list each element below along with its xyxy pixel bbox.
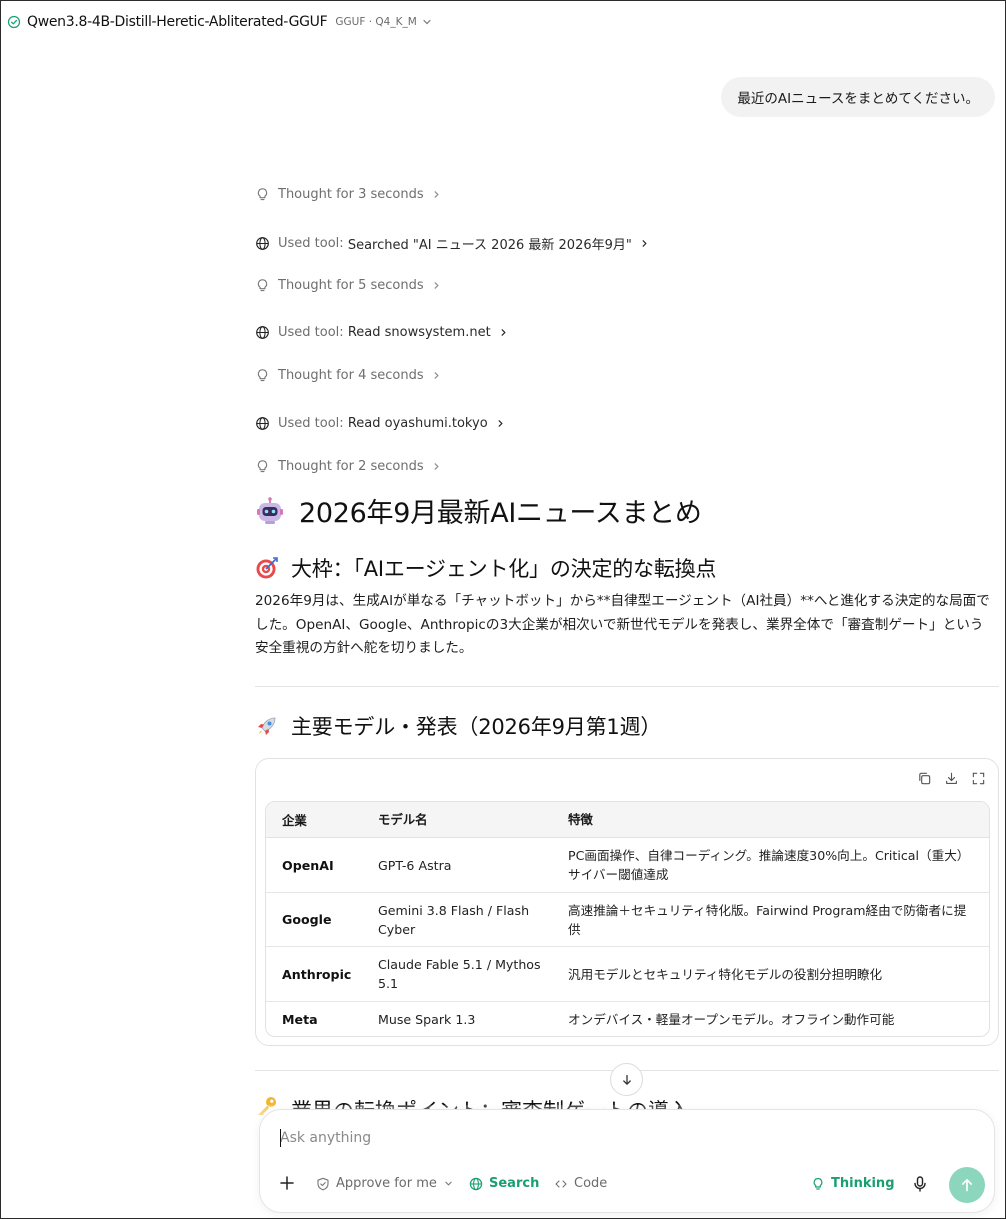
globe-icon — [256, 326, 269, 339]
chevron-down-icon — [445, 1181, 452, 1186]
approve-mode-dropdown[interactable]: Approve for me — [316, 1176, 453, 1191]
table-row: Anthropic Claude Fable 5.1 / Mythos 5.1 … — [266, 947, 989, 1002]
plus-icon — [280, 1176, 294, 1190]
rocket-icon — [258, 717, 276, 735]
table-cell: OpenAI — [282, 857, 334, 873]
thought-label: Thought for 2 seconds — [278, 459, 424, 474]
table-card: 企業 モデル名 特徴 OpenAI GPT-6 Astra PC画面操作、自律コ… — [255, 758, 999, 1046]
lightbulb-icon — [257, 279, 268, 292]
thought-step[interactable]: Thought for 3 seconds — [255, 187, 441, 202]
table-header-cell: 特徴 — [568, 812, 593, 827]
tool-step[interactable]: Used tool: Searched "AI ニュース 2026 最新 202… — [255, 234, 649, 253]
table-cell: PC画面操作、自律コーディング。推論速度30%向上。Critical（重大）サイ… — [568, 848, 964, 882]
approve-label: Approve for me — [336, 1176, 437, 1191]
table-cell: Gemini 3.8 Flash / Flash Cyber — [378, 902, 530, 937]
thought-label: Thought for 3 seconds — [278, 187, 424, 202]
arrow-up-icon — [961, 1178, 973, 1192]
lightbulb-icon — [257, 369, 268, 382]
table-row: Meta Muse Spark 1.3 オンデバイス・軽量オープンモデル。オフラ… — [266, 1002, 989, 1036]
chevron-right-icon — [434, 463, 439, 470]
table-cell: Anthropic — [282, 966, 352, 982]
table-row: OpenAI GPT-6 Astra PC画面操作、自律コーディング。推論速度3… — [266, 838, 989, 893]
globe-icon — [469, 1177, 483, 1190]
user-message: 最近のAIニュースをまとめてください。 — [721, 77, 995, 117]
tool-step[interactable]: Used tool: Read oyashumi.tokyo — [255, 416, 505, 431]
lightbulb-icon — [257, 460, 268, 473]
section-body: 2026年9月は、生成AIが単なる「チャットボット」から**自律型エージェント（… — [255, 593, 990, 656]
search-label: Search — [489, 1176, 540, 1191]
scroll-to-bottom-button[interactable] — [610, 1063, 643, 1096]
table-header-cell: 企業 — [282, 812, 307, 828]
copy-icon[interactable] — [917, 771, 932, 786]
download-icon[interactable] — [944, 771, 959, 786]
chevron-right-icon — [642, 240, 647, 247]
answer-title: 2026年9月最新AIニュースまとめ — [255, 491, 702, 530]
send-button[interactable] — [949, 1167, 985, 1203]
table-cell: Meta — [282, 1011, 318, 1027]
thought-label: Thought for 4 seconds — [278, 368, 424, 383]
expand-icon[interactable] — [971, 771, 986, 786]
tool-label: Used tool: — [278, 325, 344, 340]
model-header[interactable]: Qwen3.8-4B-Distill-Heretic-Abliterated-G… — [1, 1, 1005, 43]
model-table: 企業 モデル名 特徴 OpenAI GPT-6 Astra PC画面操作、自律コ… — [265, 801, 990, 1037]
model-meta: GGUF · Q4_K_M — [335, 16, 417, 28]
table-row: Google Gemini 3.8 Flash / Flash Cyber 高速… — [266, 893, 989, 947]
thought-step[interactable]: Thought for 2 seconds — [255, 459, 441, 474]
thought-step[interactable]: Thought for 5 seconds — [255, 278, 441, 293]
search-toggle[interactable]: Search — [469, 1176, 539, 1191]
code-label: Code — [574, 1176, 608, 1191]
chevron-right-icon — [434, 191, 439, 198]
add-attachment-button[interactable] — [278, 1174, 296, 1192]
chat-input[interactable] — [280, 1130, 970, 1146]
lightbulb-icon — [813, 1177, 823, 1190]
code-toggle[interactable]: Code — [554, 1176, 607, 1191]
thought-step[interactable]: Thought for 4 seconds — [255, 368, 441, 383]
globe-icon — [256, 417, 269, 430]
section-heading: 大枠：「AIエージェント化」の決定的な転換点 — [255, 553, 716, 583]
section-heading: 主要モデル・発表（2026年9月第1週） — [255, 711, 661, 741]
chevron-down-icon[interactable] — [422, 17, 432, 27]
thought-label: Thought for 5 seconds — [278, 278, 424, 293]
table-toolbar — [917, 771, 986, 786]
answer-title-text: 2026年9月最新AIニュースまとめ — [299, 498, 702, 529]
tool-detail: Read oyashumi.tokyo — [347, 416, 488, 431]
tool-label: Used tool: — [278, 416, 344, 431]
divider — [255, 686, 999, 687]
section-heading-text: 主要モデル・発表（2026年9月第1週） — [291, 715, 662, 739]
robot-icon — [257, 496, 283, 524]
table-cell: 高速推論＋セキュリティ特化版。Fairwind Program経由で防衛者に提供 — [568, 902, 967, 937]
text-caret — [280, 1129, 281, 1147]
tool-label: Used tool: — [278, 236, 344, 251]
chevron-right-icon — [434, 372, 439, 379]
table-cell: Google — [282, 912, 332, 927]
chevron-right-icon — [434, 282, 439, 289]
table-header: 企業 モデル名 特徴 — [266, 802, 989, 838]
lightbulb-icon — [257, 188, 268, 201]
table-cell: Muse Spark 1.3 — [378, 1011, 476, 1027]
tool-detail: Read snowsystem.net — [347, 325, 491, 340]
arrow-down-icon — [622, 1074, 631, 1085]
check-circle-icon — [7, 15, 21, 29]
chevron-right-icon — [501, 329, 506, 336]
table-cell: Claude Fable 5.1 / Mythos 5.1 — [378, 957, 541, 991]
chevron-right-icon — [498, 420, 503, 427]
microphone-icon — [914, 1176, 926, 1192]
voice-input-button[interactable] — [911, 1175, 929, 1193]
model-name: Qwen3.8-4B-Distill-Heretic-Abliterated-G… — [27, 14, 328, 30]
target-icon — [256, 557, 278, 579]
tool-detail: Searched "AI ニュース 2026 最新 2026年9月" — [347, 238, 632, 253]
table-cell: 汎用モデルとセキュリティ特化モデルの役割分担明瞭化 — [568, 966, 883, 982]
globe-icon — [256, 237, 269, 250]
table-cell: GPT-6 Astra — [378, 857, 452, 873]
thinking-label: Thinking — [831, 1176, 895, 1191]
code-icon — [555, 1179, 567, 1188]
section-heading-text: 大枠：「AIエージェント化」の決定的な転換点 — [291, 557, 717, 581]
shield-check-icon — [317, 1177, 329, 1190]
table-header-cell: モデル名 — [378, 812, 428, 827]
tool-step[interactable]: Used tool: Read snowsystem.net — [255, 325, 508, 340]
table-cell: オンデバイス・軽量オープンモデル。オフライン動作可能 — [568, 1011, 895, 1027]
thinking-toggle[interactable]: Thinking — [811, 1176, 895, 1191]
message-composer: Approve for me Search Code Thinking — [259, 1109, 995, 1213]
